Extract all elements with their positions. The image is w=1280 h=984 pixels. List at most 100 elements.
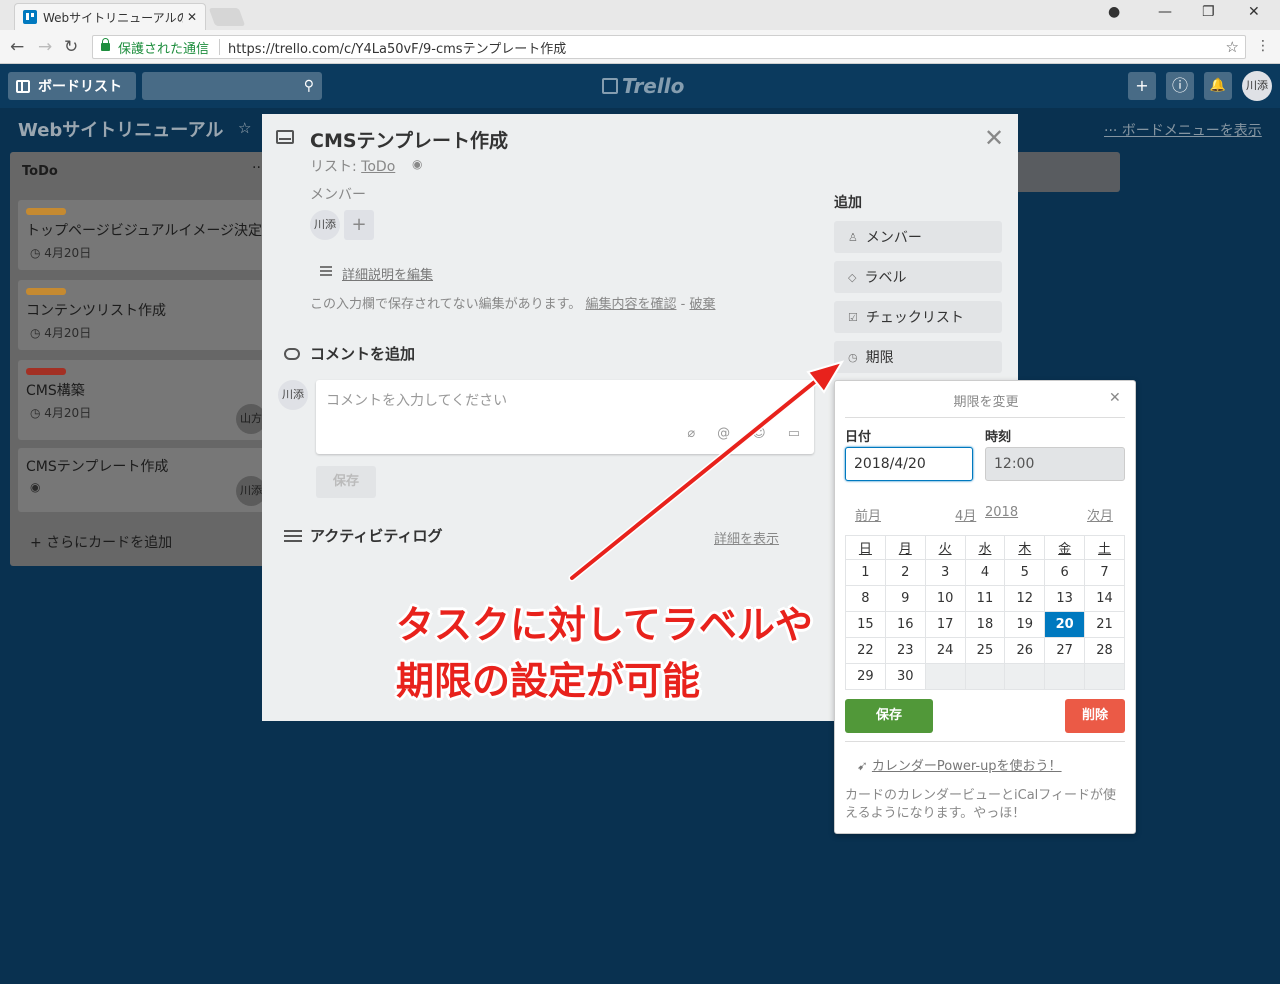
calendar-day[interactable]: 13 (1044, 585, 1086, 612)
activity-icon (284, 530, 302, 544)
calendar-day[interactable]: 15 (845, 611, 886, 638)
calendar-day[interactable]: 27 (1044, 637, 1086, 664)
card-title-heading[interactable]: CMSテンプレート作成 (310, 126, 508, 153)
emoji-icon[interactable]: ☺ (752, 426, 766, 441)
due-delete-button[interactable]: 削除 (1065, 699, 1125, 733)
popover-close-icon[interactable]: ✕ (1109, 390, 1121, 406)
discard-link[interactable]: 破棄 (689, 297, 715, 312)
calendar-day[interactable]: 16 (884, 611, 926, 638)
calendar-day[interactable]: 21 (1084, 611, 1125, 638)
add-card-button[interactable]: + さらにカードを追加 (30, 532, 172, 552)
calendar-day[interactable]: 28 (1084, 637, 1125, 664)
boards-button[interactable]: ボードリスト (8, 72, 136, 100)
list-name-link[interactable]: ToDo (361, 159, 395, 175)
calendar-day[interactable]: 25 (964, 637, 1006, 664)
date-input[interactable]: 2018/4/20 (845, 447, 973, 481)
list-card[interactable]: コンテンツリスト作成 ◷ 4月20日 (18, 280, 268, 350)
maximize-icon[interactable]: ❐ (1202, 4, 1215, 20)
comment-input[interactable]: コメントを入力してください ⌀ @ ☺ ▭ (316, 380, 814, 454)
calendar-day[interactable]: 10 (924, 585, 966, 612)
calendar-day[interactable]: 26 (1004, 637, 1046, 664)
board-title[interactable]: Webサイトリニューアル (18, 116, 223, 142)
calendar-day[interactable]: 1 (845, 559, 886, 586)
calendar-empty-cell (964, 663, 1006, 690)
calendar-day[interactable]: 23 (884, 637, 926, 664)
search-icon[interactable]: ⚲ (304, 78, 314, 94)
add-list-placeholder[interactable] (1010, 152, 1120, 192)
header-avatar[interactable]: 川添 (1242, 71, 1272, 101)
calendar-day[interactable]: 5 (1004, 559, 1046, 586)
board-star-icon[interactable]: ☆ (238, 119, 251, 137)
board-menu-link[interactable]: ··· ボードメニューを表示 (1104, 120, 1262, 140)
member-icon: ♙ (848, 230, 858, 244)
month-selector[interactable]: 4月 (955, 505, 976, 524)
calendar-day[interactable]: 11 (964, 585, 1006, 612)
calendar-day[interactable]: 3 (924, 559, 966, 586)
card-list-info: リスト: ToDo (310, 156, 395, 176)
tab-close-icon[interactable]: ✕ (187, 10, 197, 24)
view-edits-link[interactable]: 編集内容を確認 (585, 297, 676, 312)
list-prefix: リスト: (310, 159, 362, 175)
calendar-day[interactable]: 19 (1004, 611, 1046, 638)
calendar-day[interactable]: 6 (1044, 559, 1086, 586)
lock-icon (101, 38, 110, 51)
new-tab-button[interactable] (208, 8, 246, 26)
show-details-link[interactable]: 詳細を表示 (714, 528, 779, 547)
due-save-button[interactable]: 保存 (845, 699, 933, 733)
attachment-icon[interactable]: ⌀ (687, 426, 695, 441)
minimize-icon[interactable]: — (1158, 4, 1172, 20)
list-title[interactable]: ToDo (22, 164, 58, 179)
reload-icon[interactable]: ↻ (64, 37, 78, 57)
browser-tab[interactable]: Webサイトリニューアルのcm ✕ (14, 3, 206, 30)
forward-icon[interactable]: → (38, 37, 52, 57)
calendar-day[interactable]: 20 (1044, 611, 1086, 638)
calendar-day[interactable]: 18 (964, 611, 1006, 638)
calendar-day[interactable]: 9 (884, 585, 926, 612)
calendar-day[interactable]: 7 (1084, 559, 1125, 586)
list-card[interactable]: CMS構築 ◷ 4月20日 山方 (18, 360, 268, 440)
calendar-day[interactable]: 12 (1004, 585, 1046, 612)
boards-label: ボードリスト (38, 79, 122, 95)
browser-menu-icon[interactable]: ⋮ (1256, 38, 1270, 54)
calendar-day[interactable]: 2 (884, 559, 926, 586)
calendar-day[interactable]: 14 (1084, 585, 1125, 612)
back-icon[interactable]: ← (10, 37, 24, 57)
trello-logo[interactable]: Trello (602, 74, 684, 98)
calendar-day[interactable]: 17 (924, 611, 966, 638)
bookmark-star-icon[interactable]: ☆ (1226, 38, 1239, 56)
calendar-day[interactable]: 22 (845, 637, 886, 664)
modal-close-icon[interactable]: ✕ (984, 124, 1004, 152)
notification-bell-icon[interactable]: 🔔 (1204, 72, 1232, 100)
calendar-powerup-link[interactable]: カレンダーPower-upを使おう！ (872, 759, 1062, 774)
calendar-day[interactable]: 8 (845, 585, 886, 612)
sidebar-members-button[interactable]: ♙ メンバー (834, 221, 1002, 253)
calendar-day[interactable]: 29 (845, 663, 886, 690)
header-search-input[interactable]: ⚲ (142, 72, 322, 100)
member-avatar[interactable]: 川添 (310, 210, 340, 240)
sidebar-labels-button[interactable]: ◇ ラベル (834, 261, 1002, 293)
tab-title: Webサイトリニューアルのcm (43, 10, 183, 25)
comment-save-button[interactable]: 保存 (316, 466, 376, 498)
calendar-day[interactable]: 30 (884, 663, 926, 690)
sidebar-checklist-button[interactable]: ☑ チェックリスト (834, 301, 1002, 333)
mention-icon[interactable]: @ (717, 426, 730, 441)
card-link-icon[interactable]: ▭ (788, 426, 800, 441)
info-icon[interactable]: ⓘ (1166, 72, 1194, 100)
next-month-link[interactable]: 次月 (1087, 505, 1113, 524)
time-input[interactable]: 12:00 (985, 447, 1125, 481)
url-text[interactable]: https://trello.com/c/Y4La50vF/9-cmsテンプレー… (228, 38, 566, 57)
year-selector[interactable]: 2018 (985, 505, 1018, 520)
prev-month-link[interactable]: 前月 (855, 505, 881, 524)
calendar-day[interactable]: 4 (964, 559, 1006, 586)
calendar-day[interactable]: 24 (924, 637, 966, 664)
list-card[interactable]: CMSテンプレート作成 ◉ 川添 (18, 448, 268, 512)
sidebar-due-date-button[interactable]: ◷ 期限 (834, 341, 1002, 373)
address-bar[interactable]: 保護された通信 https://trello.com/c/Y4La50vF/9-… (92, 35, 1246, 59)
edit-description-link[interactable]: 詳細説明を編集 (342, 264, 433, 283)
window-close-icon[interactable]: ✕ (1248, 4, 1260, 20)
add-icon[interactable]: + (1128, 72, 1156, 100)
list-card[interactable]: トップページビジュアルイメージ決定 ◷ 4月20日 (18, 200, 268, 270)
account-icon[interactable]: ● (1108, 4, 1120, 20)
add-member-button[interactable]: + (344, 210, 374, 240)
calendar-empty-cell (1044, 663, 1086, 690)
